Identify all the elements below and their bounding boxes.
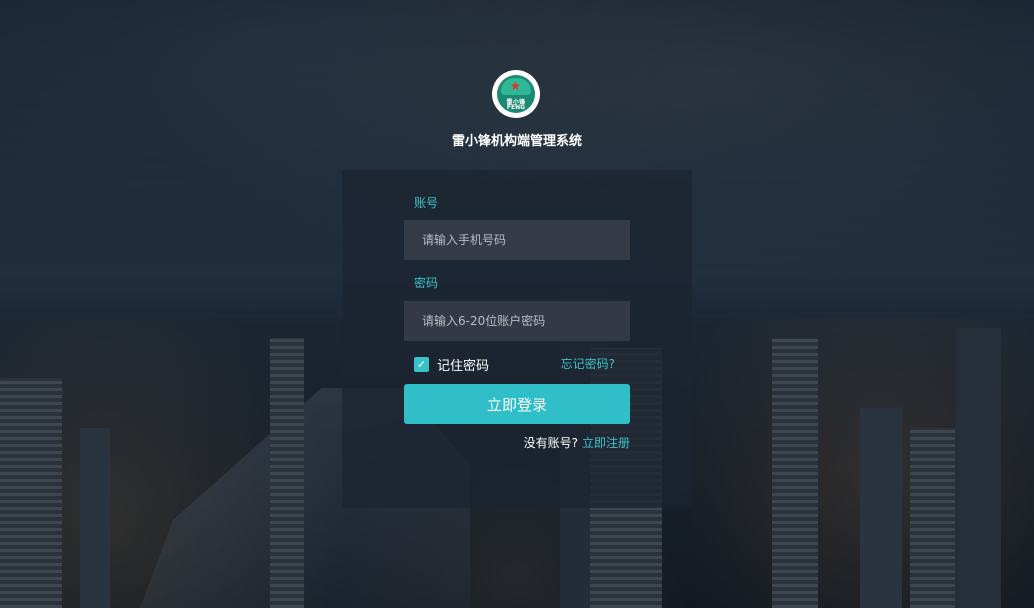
app-title: 雷小锋机构端管理系统 bbox=[451, 134, 582, 149]
password-label: 密码 bbox=[414, 276, 439, 290]
logo-badge: ★ 雷小锋 FENG bbox=[497, 75, 535, 113]
forgot-password-link[interactable]: 忘记密码? bbox=[561, 355, 615, 372]
star-icon: ★ bbox=[510, 79, 521, 93]
register-prompt: 没有账号? bbox=[523, 436, 578, 450]
logo-text-bottom: FENG bbox=[506, 104, 526, 111]
register-row: 没有账号? 立即注册 bbox=[524, 434, 630, 451]
password-input[interactable] bbox=[404, 301, 630, 341]
register-link[interactable]: 立即注册 bbox=[582, 436, 630, 450]
account-label: 账号 bbox=[414, 196, 439, 210]
remember-checkbox[interactable]: ✓ bbox=[414, 357, 429, 372]
login-panel: 账号 密码 ✓ 记住密码 忘记密码? 立即登录 没有账号? 立即注册 bbox=[342, 170, 692, 508]
remember-password[interactable]: ✓ 记住密码 bbox=[414, 355, 489, 374]
remember-label: 记住密码 bbox=[437, 359, 490, 374]
login-button[interactable]: 立即登录 bbox=[404, 384, 630, 424]
account-input[interactable] bbox=[404, 220, 630, 260]
app-logo: ★ 雷小锋 FENG bbox=[492, 70, 540, 118]
check-icon: ✓ bbox=[416, 358, 427, 371]
